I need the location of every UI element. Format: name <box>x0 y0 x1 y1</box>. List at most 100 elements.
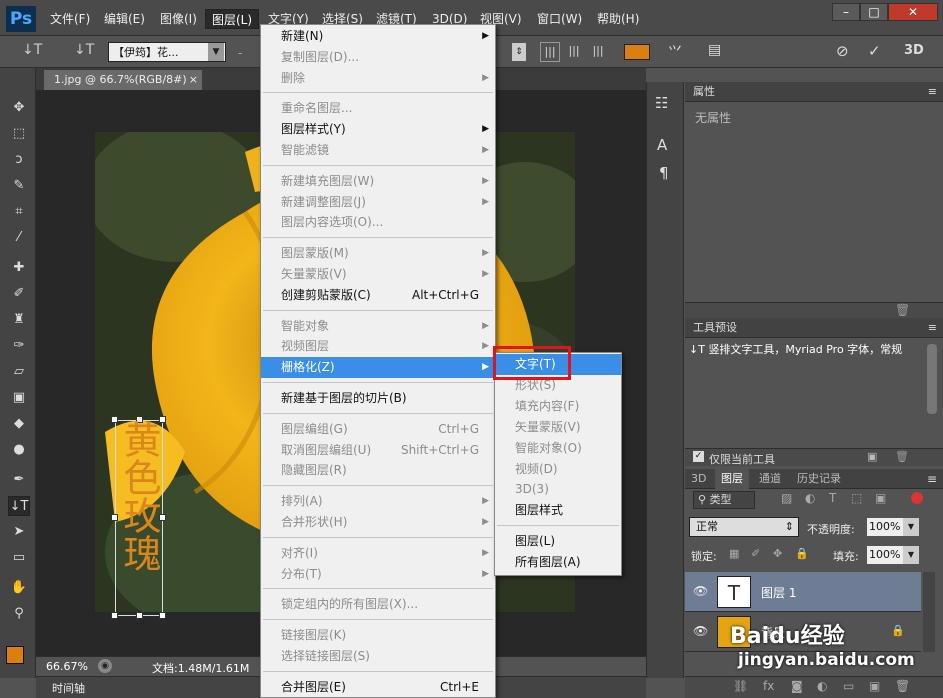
lock-all-icon[interactable]: 🔒 <box>795 547 809 560</box>
clone-stamp-tool-icon[interactable]: ♜ <box>8 310 30 330</box>
layer-menu-item[interactable]: 隐藏图层(R) <box>261 460 495 481</box>
path-selection-tool-icon[interactable]: ➤ <box>8 522 30 542</box>
layer-style-icon[interactable]: fx <box>763 679 774 693</box>
layer-menu-item[interactable]: 栅格化(Z) ▶ <box>261 357 495 378</box>
adjustment-layer-icon[interactable]: ◐ <box>817 679 827 693</box>
layer-menu-item[interactable]: 选择链接图层(S) <box>261 646 495 667</box>
vertical-type-tool-icon[interactable]: ↓T <box>8 496 30 516</box>
filter-adjustment-icon[interactable]: ◐ <box>805 491 815 505</box>
align-center-icon[interactable]: ||| <box>564 42 584 62</box>
crop-tool-icon[interactable]: ⌗ <box>8 202 30 222</box>
zoom-tool-icon[interactable]: ⚲ <box>8 604 30 624</box>
pen-tool-icon[interactable]: ✒ <box>8 470 30 490</box>
layer-menu-item[interactable]: 排列(A) ▶ <box>261 491 495 512</box>
status-menu-icon[interactable]: ◉ <box>98 659 112 673</box>
new-layer-icon[interactable]: ▣ <box>869 679 880 693</box>
vertical-type-tool-icon[interactable]: ↓T <box>22 42 42 58</box>
layer-filter-kind[interactable]: ⚲ 类型 <box>693 491 755 509</box>
layer-menu-item[interactable]: 取消图层编组(U) Shift+Ctrl+G <box>261 440 495 461</box>
menu-help[interactable]: 帮助(H) <box>591 9 645 29</box>
trash-icon[interactable]: 🗑 <box>895 450 909 463</box>
menu-window[interactable]: 窗口(W) <box>531 9 588 29</box>
warp-text-icon[interactable]: ⺍ <box>668 42 682 62</box>
layers-scrollbar[interactable] <box>923 572 935 652</box>
layer-menu-item[interactable]: 图层样式(Y) ▶ <box>261 119 495 140</box>
rasterize-menu-item[interactable]: 3D(3) <box>495 479 621 500</box>
filter-smart-object-icon[interactable]: ▣ <box>875 491 886 505</box>
chevron-down-icon[interactable]: ▼ <box>208 43 224 61</box>
layer-menu-item[interactable]: 创建剪贴蒙版(C) Alt+Ctrl+G <box>261 285 495 306</box>
stepper-icon[interactable]: ⇕ <box>512 43 526 61</box>
quick-select-tool-icon[interactable]: ✎ <box>8 176 30 196</box>
layer-menu-item[interactable]: 新建(N) ▶ <box>261 26 495 47</box>
brush-tool-icon[interactable]: ✐ <box>8 284 30 304</box>
rasterize-menu-item[interactable]: 所有图层(A) <box>495 552 621 573</box>
menu-file[interactable]: 文件(F) <box>44 9 96 29</box>
opacity-input[interactable]: 100% <box>867 518 903 536</box>
tab-layers[interactable]: 图层 <box>715 469 749 489</box>
lock-pixels-icon[interactable]: ✐ <box>751 547 760 560</box>
vertical-text-layer[interactable]: 黄色玫瑰 <box>117 420 162 572</box>
layer-menu-item[interactable]: 链接图层(K) <box>261 625 495 646</box>
maximize-button[interactable]: □ <box>860 3 888 21</box>
close-window-button[interactable]: ✕ <box>888 3 938 21</box>
rectangle-tool-icon[interactable]: ▭ <box>8 548 30 568</box>
layer-menu-item[interactable]: 新建调整图层(J) ▶ <box>261 192 495 213</box>
tool-preset-item[interactable]: ↓T 竖排文字工具，Myriad Pro 字体，常规 <box>689 341 925 359</box>
properties-panel-header[interactable]: 属性 ≡ <box>685 82 943 102</box>
tab-channels[interactable]: 通道 <box>753 469 787 489</box>
minimize-button[interactable]: – <box>832 3 860 21</box>
dodge-tool-icon[interactable]: ● <box>8 440 30 460</box>
layer-menu-item[interactable]: 智能对象 ▶ <box>261 316 495 337</box>
transform-handle-bottom[interactable] <box>136 612 143 619</box>
transform-handle-bottom-right[interactable] <box>159 612 166 619</box>
layer-menu-item[interactable]: 合并图层(E) Ctrl+E <box>261 677 495 698</box>
layer-menu-item[interactable]: 复制图层(D)... <box>261 47 495 68</box>
eyedropper-tool-icon[interactable]: ⁄ <box>8 228 30 248</box>
align-bottom-icon[interactable]: ||| <box>588 42 608 62</box>
filter-pixel-icon[interactable]: ▨ <box>781 491 792 505</box>
rasterize-menu-item[interactable]: 智能对象(O) <box>495 438 621 459</box>
move-tool-icon[interactable]: ✥ <box>8 98 30 118</box>
eraser-tool-icon[interactable]: ▱ <box>8 362 30 382</box>
current-tool-only-checkbox[interactable]: ✓ <box>693 451 704 462</box>
layer-menu-item[interactable]: 新建基于图层的切片(B) <box>261 388 495 409</box>
eye-icon[interactable]: 👁 <box>693 624 708 638</box>
new-group-icon[interactable]: ▭ <box>843 679 854 693</box>
healing-brush-tool-icon[interactable]: ✚ <box>8 258 30 278</box>
menu-layer[interactable]: 图层(L) <box>205 9 260 29</box>
tool-presets-panel-header[interactable]: 工具预设 ≡ <box>685 318 943 338</box>
layer-menu-item[interactable]: 图层内容选项(O)... <box>261 212 495 233</box>
marquee-tool-icon[interactable]: ⬚ <box>8 124 30 144</box>
trash-icon[interactable]: 🗑 <box>895 679 910 693</box>
blur-tool-icon[interactable]: ◆ <box>8 414 30 434</box>
panel-menu-icon[interactable]: ≡ <box>928 82 937 102</box>
paragraph-panel-icon[interactable]: ¶ <box>659 164 669 182</box>
text-color-swatch[interactable] <box>624 44 650 60</box>
rasterize-menu-item[interactable]: 矢量蒙版(V) <box>495 417 621 438</box>
document-tab[interactable]: 1.jpg @ 66.7%(RGB/8#) × <box>44 70 202 90</box>
tab-history[interactable]: 历史记录 <box>791 469 847 489</box>
menu-image[interactable]: 图像(I) <box>154 9 203 29</box>
eye-icon[interactable]: 👁 <box>693 584 708 598</box>
layer-menu-item[interactable]: 视频图层 ▶ <box>261 336 495 357</box>
layer-menu-item[interactable]: 图层编组(G) Ctrl+G <box>261 419 495 440</box>
filter-toggle-icon[interactable] <box>911 492 923 504</box>
history-brush-tool-icon[interactable]: ✑ <box>8 336 30 356</box>
zoom-level[interactable]: 66.67% <box>46 660 88 673</box>
layer-menu-item[interactable]: 智能滤镜 ▶ <box>261 140 495 161</box>
3d-mode-button[interactable]: 3D <box>904 43 924 58</box>
gradient-tool-icon[interactable]: ▣ <box>8 388 30 408</box>
lasso-tool-icon[interactable]: ↄ <box>8 150 30 170</box>
layer-menu-item[interactable]: 重命名图层... <box>261 98 495 119</box>
character-panel-icon[interactable]: A <box>657 136 667 154</box>
layer-menu-item[interactable]: 锁定组内的所有图层(X)... <box>261 594 495 615</box>
layer-menu-item[interactable]: 分布(T) ▶ <box>261 564 495 585</box>
panel-menu-icon[interactable]: ≡ <box>928 318 937 338</box>
filter-shape-icon[interactable]: ⬚ <box>851 491 862 505</box>
layer-row[interactable]: 👁 T 图层 1 <box>685 572 921 612</box>
tool-presets-scrollbar[interactable] <box>927 344 937 414</box>
layer-menu-item[interactable]: 图层蒙版(M) ▶ <box>261 243 495 264</box>
new-preset-icon[interactable]: ▣ <box>867 450 877 463</box>
panel-menu-icon[interactable]: ≡ <box>927 469 937 489</box>
